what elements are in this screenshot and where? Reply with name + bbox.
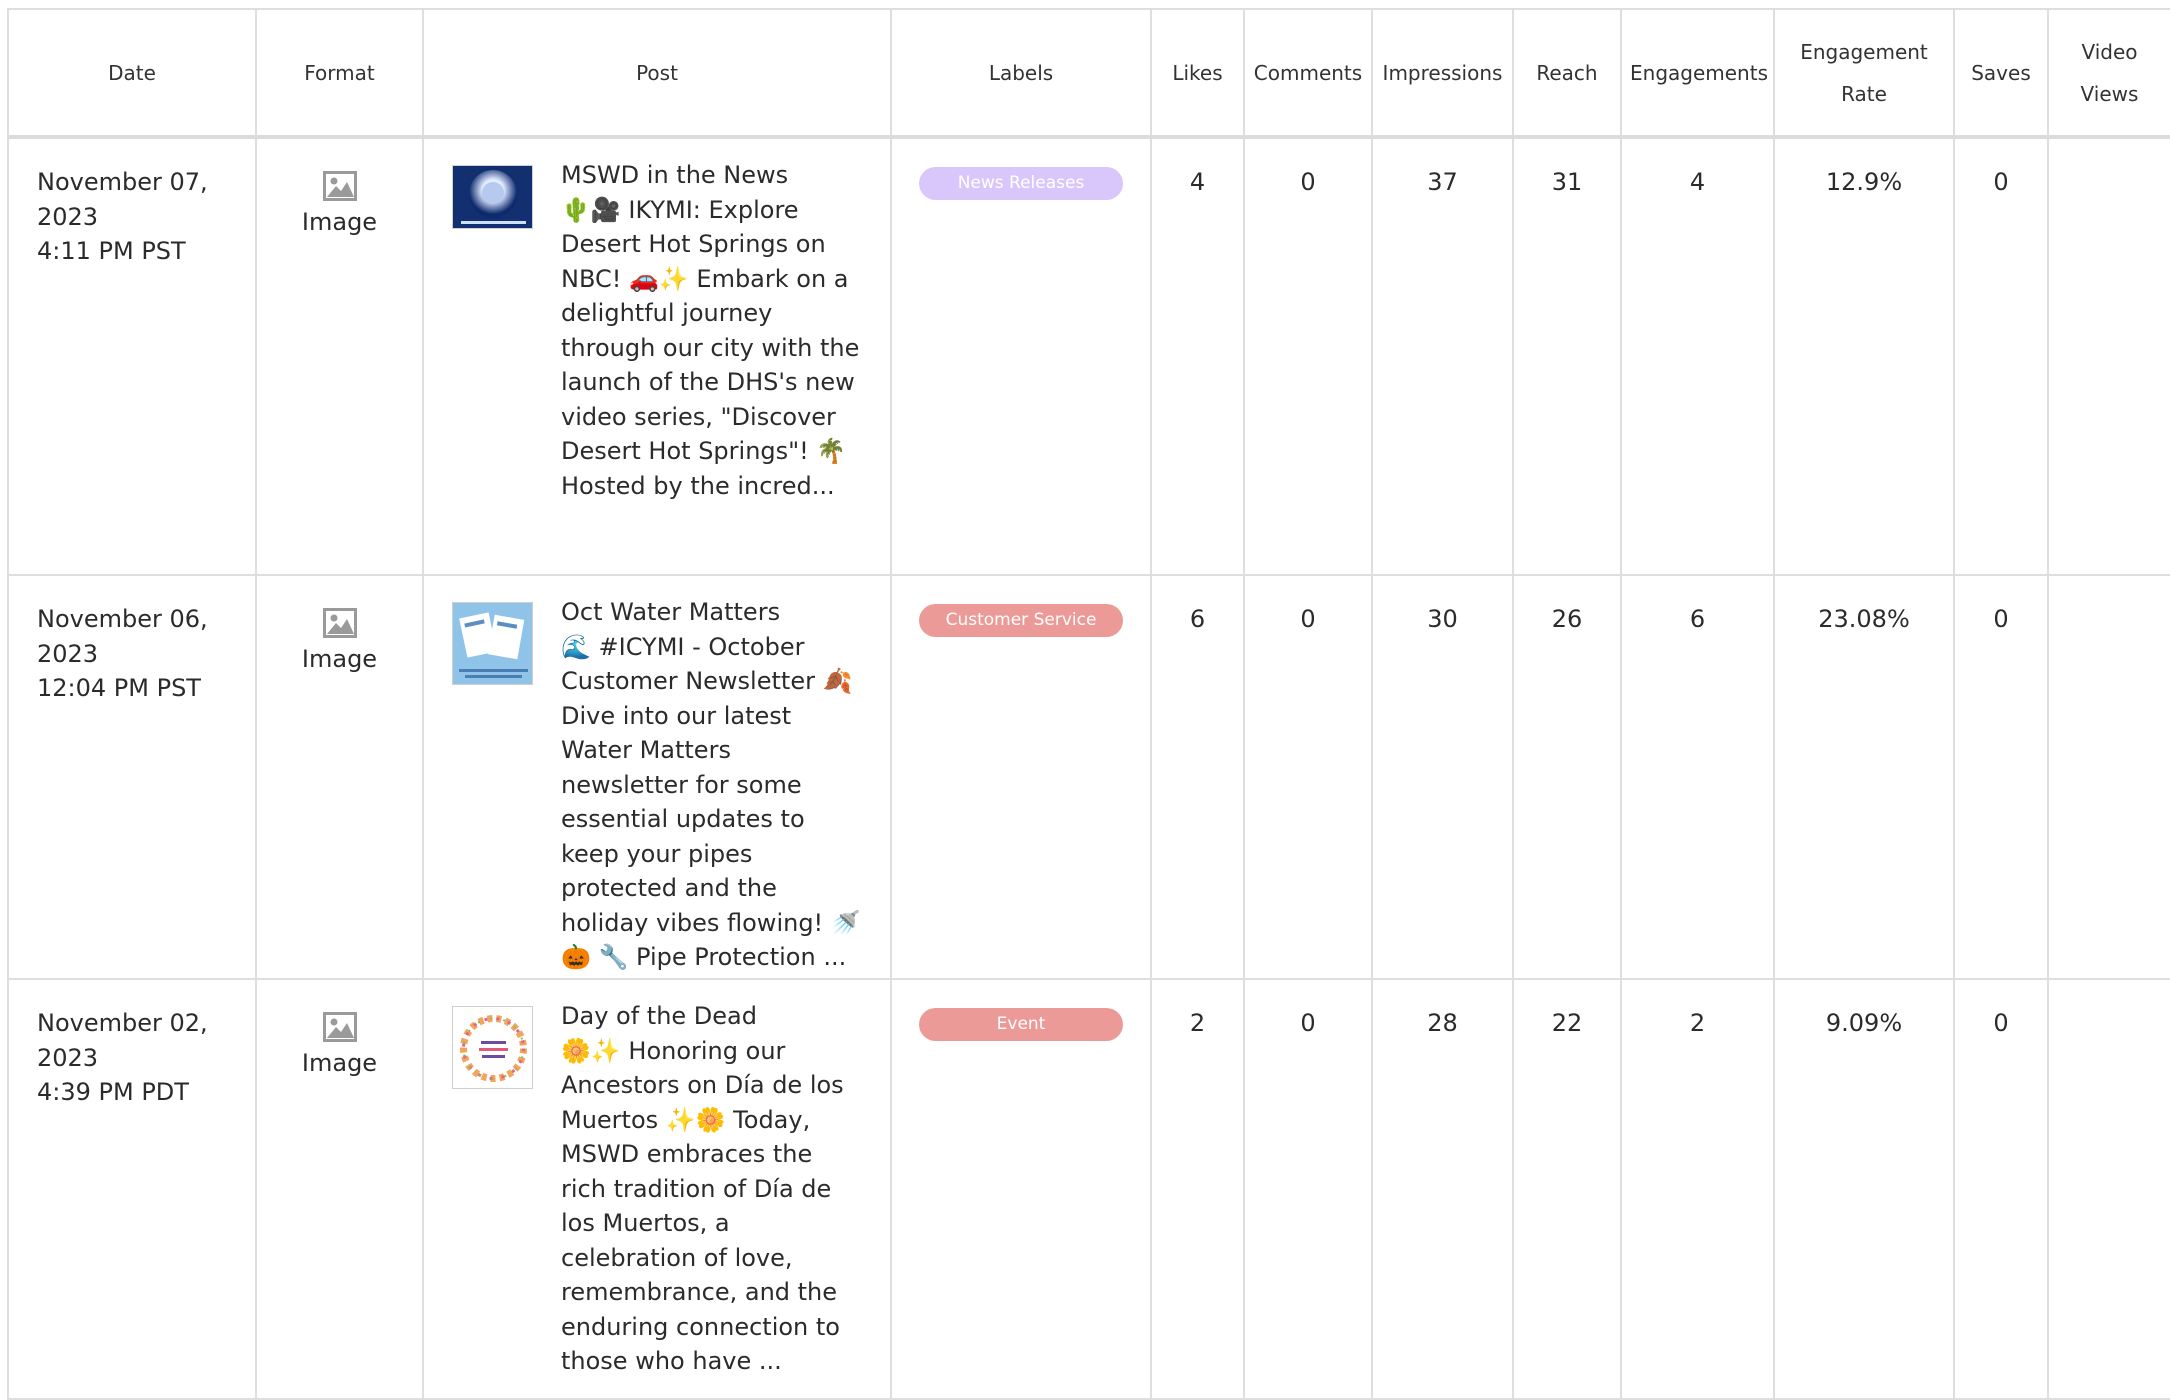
post-excerpt: 🌼✨ Honoring our Ancestors on Día de los … — [561, 1036, 844, 1376]
labels-cell: Event — [890, 978, 1152, 1400]
likes-cell: 6 — [1150, 574, 1245, 980]
table-row[interactable]: November 07, 2023 4:11 PM PST Image MSWD… — [7, 136, 2170, 576]
post-title: Day of the Dead — [561, 1002, 757, 1030]
impressions-cell: 37 — [1371, 136, 1514, 576]
post-cell[interactable]: MSWD in the News 🌵🎥 IKYMI: Explore Deser… — [422, 136, 892, 576]
header-post[interactable]: Post — [422, 8, 892, 139]
date-line: November 02, — [37, 1009, 208, 1037]
table-row[interactable]: November 02, 2023 4:39 PM PDT Image Day … — [7, 978, 2170, 1400]
header-labels[interactable]: Labels — [890, 8, 1152, 139]
format-label: Image — [301, 645, 378, 673]
engagement-rate-cell: 12.9% — [1773, 136, 1955, 576]
comments-cell: 0 — [1243, 574, 1373, 980]
date-cell: November 02, 2023 4:39 PM PDT — [7, 978, 257, 1400]
post-thumbnail[interactable] — [452, 602, 533, 685]
time-line: 12:04 PM PST — [37, 674, 201, 702]
label-badge[interactable]: Event — [919, 1008, 1123, 1041]
post-excerpt: 🌵🎥 IKYMI: Explore Desert Hot Springs on … — [561, 195, 860, 500]
header-video-views-line2: Views — [2080, 81, 2139, 106]
date-year: 2023 — [37, 1043, 99, 1072]
header-date[interactable]: Date — [7, 8, 257, 139]
label-badge[interactable]: Customer Service — [919, 604, 1123, 637]
labels-cell: Customer Service — [890, 574, 1152, 980]
video-views-cell — [2047, 574, 2170, 980]
header-video-views[interactable]: Video Views — [2047, 8, 2170, 139]
comments-cell: 0 — [1243, 136, 1373, 576]
engagement-rate-cell: 23.08% — [1773, 574, 1955, 980]
likes-cell: 4 — [1150, 136, 1245, 576]
date-line: November 07, — [37, 168, 208, 196]
image-icon — [322, 608, 357, 638]
date-cell: November 06, 2023 12:04 PM PST — [7, 574, 257, 980]
header-impressions[interactable]: Impressions — [1371, 8, 1514, 139]
image-icon — [322, 1012, 357, 1042]
impressions-cell: 30 — [1371, 574, 1514, 980]
header-likes[interactable]: Likes — [1150, 8, 1245, 139]
format-label: Image — [301, 208, 378, 236]
header-engagement-rate-line2: Rate — [1841, 81, 1887, 106]
header-comments[interactable]: Comments — [1243, 8, 1373, 139]
header-engagement-rate[interactable]: Engagement Rate — [1773, 8, 1955, 139]
header-engagements[interactable]: Engagements — [1620, 8, 1775, 139]
post-thumbnail[interactable] — [452, 1006, 533, 1089]
saves-cell: 0 — [1953, 978, 2049, 1400]
format-label: Image — [301, 1049, 378, 1077]
table-row[interactable]: November 06, 2023 12:04 PM PST Image Oct… — [7, 574, 2170, 980]
post-title: MSWD in the News — [561, 161, 789, 189]
comments-cell: 0 — [1243, 978, 1373, 1400]
reach-cell: 26 — [1512, 574, 1622, 980]
engagement-rate-cell: 9.09% — [1773, 978, 1955, 1400]
time-line: 4:39 PM PDT — [37, 1078, 189, 1106]
labels-cell: News Releases — [890, 136, 1152, 576]
engagements-cell: 2 — [1620, 978, 1775, 1400]
video-views-cell — [2047, 136, 2170, 576]
date-cell: November 07, 2023 4:11 PM PST — [7, 136, 257, 576]
header-video-views-line1: Video — [2081, 39, 2138, 64]
format-cell: Image — [255, 574, 424, 980]
engagements-cell: 4 — [1620, 136, 1775, 576]
header-engagement-rate-line1: Engagement — [1800, 39, 1928, 64]
table-header-row: Date Format Post Labels Likes Comments I… — [7, 8, 2170, 139]
date-line: November 06, — [37, 605, 208, 633]
impressions-cell: 28 — [1371, 978, 1514, 1400]
header-format[interactable]: Format — [255, 8, 424, 139]
time-line: 4:11 PM PST — [37, 237, 186, 265]
format-cell: Image — [255, 136, 424, 576]
image-icon — [322, 171, 357, 201]
video-views-cell — [2047, 978, 2170, 1400]
format-cell: Image — [255, 978, 424, 1400]
date-year: 2023 — [37, 202, 99, 231]
post-thumbnail[interactable] — [452, 165, 533, 229]
post-performance-table: Date Format Post Labels Likes Comments I… — [7, 8, 2170, 1400]
saves-cell: 0 — [1953, 574, 2049, 980]
saves-cell: 0 — [1953, 136, 2049, 576]
post-cell[interactable]: Day of the Dead 🌼✨ Honoring our Ancestor… — [422, 978, 892, 1400]
post-cell[interactable]: Oct Water Matters 🌊 #ICYMI - October Cus… — [422, 574, 892, 980]
reach-cell: 31 — [1512, 136, 1622, 576]
date-year: 2023 — [37, 639, 99, 668]
likes-cell: 2 — [1150, 978, 1245, 1400]
reach-cell: 22 — [1512, 978, 1622, 1400]
header-reach[interactable]: Reach — [1512, 8, 1622, 139]
engagements-cell: 6 — [1620, 574, 1775, 980]
post-title: Oct Water Matters — [561, 598, 781, 626]
label-badge[interactable]: News Releases — [919, 167, 1123, 200]
post-excerpt: 🌊 #ICYMI - October Customer Newsletter 🍂… — [561, 632, 861, 972]
header-saves[interactable]: Saves — [1953, 8, 2049, 139]
